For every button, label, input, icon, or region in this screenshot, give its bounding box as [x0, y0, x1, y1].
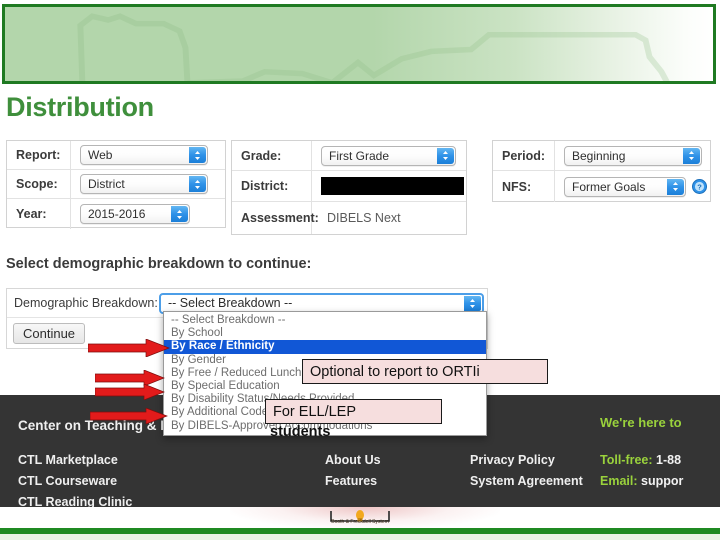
stepper-icon[interactable]: [437, 147, 454, 164]
stepper-icon[interactable]: [667, 178, 684, 195]
label-year: Year:: [7, 199, 71, 229]
form-row-scope: Scope: District: [7, 170, 225, 199]
dropdown-option-selected[interactable]: By Race / Ethnicity: [164, 340, 486, 354]
form-row-district: District:: [232, 171, 466, 202]
label-scope: Scope:: [7, 170, 71, 198]
label-period: Period:: [493, 141, 555, 170]
footer-link-privacy-policy[interactable]: Privacy Policy: [470, 453, 583, 467]
value-nfs: Former Goals ?: [555, 176, 710, 197]
dropdown-option[interactable]: By School: [164, 327, 486, 340]
footer-contact-email-label: Email:: [600, 474, 638, 488]
footer-contact-email: Email: suppor: [600, 474, 683, 488]
stepper-icon[interactable]: [464, 295, 481, 311]
stepper-icon[interactable]: [189, 176, 206, 192]
form-row-nfs: NFS: Former Goals ?: [493, 171, 710, 202]
grade-select[interactable]: First Grade: [321, 145, 456, 166]
label-report: Report:: [7, 141, 71, 169]
callout-ell-lep: For ELL/LEP: [265, 399, 442, 424]
footer-contact-email-value[interactable]: suppor: [641, 474, 683, 488]
section-prompt: Select demographic breakdown to continue…: [6, 256, 312, 272]
footer-link-about-us[interactable]: About Us: [325, 453, 381, 467]
form-row-grade: Grade: First Grade: [232, 141, 466, 171]
page-title: Distribution: [6, 92, 154, 122]
continue-button[interactable]: Continue: [13, 322, 86, 344]
demographic-label: Demographic Breakdown:: [14, 296, 158, 310]
footer-contact-tollfree: Toll-free: 1-88: [600, 453, 683, 467]
stepper-icon[interactable]: [683, 147, 700, 164]
footer-column-company: About Us Features: [325, 453, 381, 495]
scope-select[interactable]: District: [80, 174, 208, 194]
demographic-select-value: -- Select Breakdown --: [168, 296, 293, 310]
period-panel: Period: Beginning NFS: Former Goals ?: [492, 140, 711, 202]
dropdown-option[interactable]: -- Select Breakdown --: [164, 314, 486, 327]
label-district: District:: [232, 171, 312, 201]
site-banner: [2, 4, 716, 84]
footer-contact-tollfree-label: Toll-free:: [600, 453, 653, 467]
annotation-arrow-special-education: [95, 384, 165, 400]
report-select-value: Web: [88, 148, 113, 162]
value-district: [312, 177, 466, 195]
value-grade: First Grade: [312, 145, 466, 166]
period-select[interactable]: Beginning: [564, 145, 702, 166]
footer-column-legal: Privacy Policy System Agreement: [470, 453, 583, 495]
value-scope: District: [71, 174, 225, 194]
grade-panel: Grade: First Grade District: Assessment:…: [231, 140, 467, 235]
svg-text:?: ?: [697, 183, 702, 192]
form-row-year: Year: 2015-2016: [7, 199, 225, 229]
value-report: Web: [71, 145, 225, 165]
value-period: Beginning: [555, 145, 710, 166]
label-nfs: NFS:: [493, 171, 555, 202]
footer-contact-block: Toll-free: 1-88 Email: suppor: [600, 453, 683, 495]
form-row-assessment: Assessment: DIBELS Next: [232, 202, 466, 234]
annotation-arrow-race-ethnicity: [88, 339, 170, 357]
footer-link-system-agreement[interactable]: System Agreement: [470, 474, 583, 488]
label-grade: Grade:: [232, 141, 312, 170]
nfs-select-value: Former Goals: [572, 179, 646, 194]
footer-link-ctl-courseware[interactable]: CTL Courseware: [18, 474, 132, 488]
footer-contact-tollfree-value[interactable]: 1-88: [656, 453, 681, 467]
bottom-logo-caption: Booth & Freckdell System: [331, 519, 389, 525]
label-assessment: Assessment:: [232, 202, 319, 234]
period-select-value: Beginning: [572, 148, 626, 163]
stepper-icon[interactable]: [189, 147, 206, 163]
callout-ell-lep-overflow: students: [270, 424, 331, 440]
banner-outline-graphic: [77, 13, 670, 81]
grade-select-value: First Grade: [329, 148, 390, 163]
form-row-period: Period: Beginning: [493, 141, 710, 171]
report-select[interactable]: Web: [80, 145, 208, 165]
bottom-pale-bar: [0, 534, 720, 540]
district-redaction-bar: [321, 177, 464, 195]
stepper-icon[interactable]: [171, 206, 188, 222]
nfs-select[interactable]: Former Goals: [564, 176, 686, 197]
report-panel: Report: Web Scope: District Year: 2015-2…: [6, 140, 226, 229]
value-year: 2015-2016: [71, 204, 225, 224]
help-icon[interactable]: ?: [692, 179, 707, 194]
year-select-value: 2015-2016: [88, 207, 146, 221]
scope-select-value: District: [88, 177, 125, 191]
footer-link-features[interactable]: Features: [325, 474, 381, 488]
annotation-arrow-additional-codes: [90, 408, 168, 424]
bottom-logo-icon: [330, 510, 390, 522]
footer-link-ctl-marketplace[interactable]: CTL Marketplace: [18, 453, 132, 467]
footer-help-heading: We're here to: [600, 415, 682, 430]
callout-optional-ortii: Optional to report to ORTIi: [302, 359, 548, 384]
form-row-report: Report: Web: [7, 141, 225, 170]
value-assessment: DIBELS Next: [327, 211, 401, 225]
year-select[interactable]: 2015-2016: [80, 204, 190, 224]
